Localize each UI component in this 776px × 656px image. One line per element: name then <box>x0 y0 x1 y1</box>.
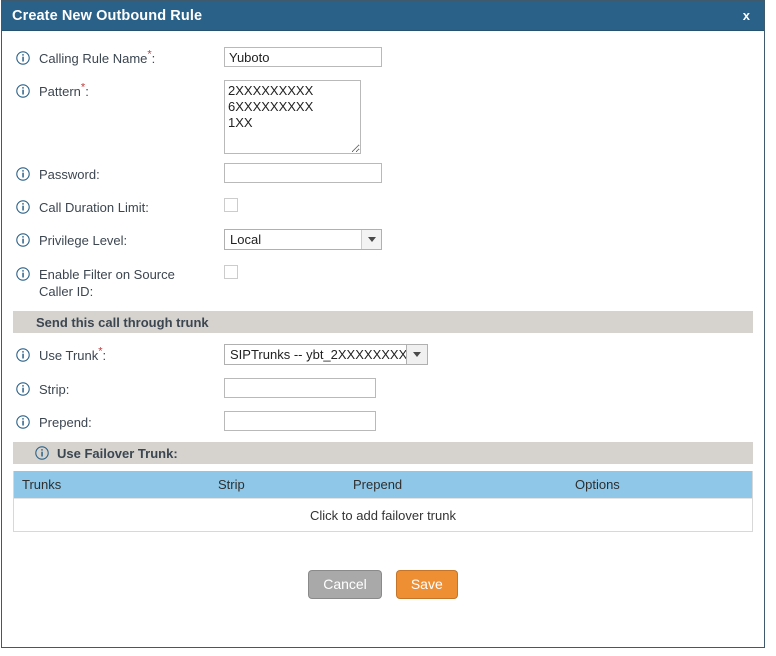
pattern-textarea[interactable] <box>224 80 361 154</box>
info-icon[interactable] <box>16 200 30 214</box>
calling-rule-name-input[interactable] <box>224 47 382 67</box>
info-icon[interactable] <box>16 267 30 281</box>
dialog-titlebar: Create New Outbound Rule x <box>2 1 764 31</box>
label-text: Pattern <box>39 84 81 99</box>
use-trunk-select[interactable]: SIPTrunks -- ybt_2XXXXXXXXX <box>224 344 428 365</box>
label-cell-enable-filter: Enable Filter on Source Caller ID: <box>16 263 224 300</box>
add-failover-trunk-link[interactable]: Click to add failover trunk <box>310 508 456 523</box>
info-icon[interactable] <box>16 51 30 65</box>
info-icon[interactable] <box>16 348 30 362</box>
label-password: Password: <box>39 167 100 182</box>
label-colon: : <box>85 84 89 99</box>
control-cell-privilege-level: Local <box>224 229 750 250</box>
close-icon[interactable]: x <box>741 9 752 22</box>
prepend-input[interactable] <box>224 411 376 431</box>
cancel-button[interactable]: Cancel <box>308 570 382 599</box>
label-pattern: Pattern*: <box>39 82 89 100</box>
dialog-title: Create New Outbound Rule <box>12 7 203 24</box>
label-use-trunk: Use Trunk*: <box>39 346 107 364</box>
label-prepend: Prepend: <box>39 415 92 430</box>
label-colon: : <box>151 51 156 66</box>
label-text: Use Trunk <box>39 348 99 363</box>
section-title-send-through-trunk: Send this call through trunk <box>36 314 209 330</box>
label-cell-pattern: Pattern*: <box>16 80 224 100</box>
section-header-use-failover-trunk: Use Failover Trunk: <box>13 442 753 464</box>
label-cell-call-duration-limit: Call Duration Limit: <box>16 196 224 216</box>
label-cell-prepend: Prepend: <box>16 411 224 431</box>
strip-input[interactable] <box>224 378 376 398</box>
field-row-privilege-level: Privilege Level: Local <box>2 229 764 250</box>
info-icon[interactable] <box>35 446 49 460</box>
field-row-enable-filter-source-caller-id: Enable Filter on Source Caller ID: <box>2 263 764 300</box>
label-strip: Strip: <box>39 382 70 397</box>
label-cell-strip: Strip: <box>16 378 224 398</box>
field-row-use-trunk: Use Trunk*: SIPTrunks -- ybt_2XXXXXXXXX <box>2 344 764 365</box>
label-enable-filter-source-caller-id: Enable Filter on Source Caller ID: <box>39 267 175 299</box>
use-trunk-selected-value: SIPTrunks -- ybt_2XXXXXXXXX <box>230 347 406 362</box>
control-cell-call-duration-limit <box>224 196 750 212</box>
label-call-duration-limit: Call Duration Limit: <box>39 200 149 215</box>
enable-filter-source-caller-id-checkbox[interactable] <box>224 265 238 279</box>
chevron-down-icon[interactable] <box>361 230 381 249</box>
info-icon[interactable] <box>16 84 30 98</box>
field-row-call-duration-limit: Call Duration Limit: <box>2 196 764 216</box>
dialog-footer: Cancel Save <box>2 570 764 599</box>
control-cell-prepend <box>224 411 750 431</box>
info-icon[interactable] <box>16 233 30 247</box>
info-icon[interactable] <box>16 167 30 181</box>
field-row-prepend: Prepend: <box>2 411 764 431</box>
column-header-strip: Strip <box>218 477 245 492</box>
chevron-down-icon[interactable] <box>406 345 427 364</box>
control-cell-enable-filter <box>224 263 750 279</box>
field-row-pattern: Pattern*: <box>2 80 764 154</box>
control-cell-calling-rule-name <box>224 47 750 67</box>
info-icon[interactable] <box>16 415 30 429</box>
column-header-options: Options <box>575 477 620 492</box>
label-cell-calling-rule-name: Calling Rule Name*: <box>16 47 224 67</box>
label-privilege-level: Privilege Level: <box>39 233 128 248</box>
label-cell-password: Password: <box>16 163 224 183</box>
section-title-use-failover-trunk: Use Failover Trunk: <box>57 445 178 461</box>
label-calling-rule-name: Calling Rule Name*: <box>39 49 156 67</box>
control-cell-password <box>224 163 750 183</box>
label-colon: : <box>102 348 107 363</box>
info-icon[interactable] <box>16 382 30 396</box>
control-cell-use-trunk: SIPTrunks -- ybt_2XXXXXXXXX <box>224 344 750 365</box>
password-input[interactable] <box>224 163 382 183</box>
call-duration-limit-checkbox[interactable] <box>224 198 238 212</box>
field-row-calling-rule-name: Calling Rule Name*: <box>2 47 764 67</box>
label-text: Calling Rule Name <box>39 51 148 66</box>
field-row-password: Password: <box>2 163 764 183</box>
control-cell-strip <box>224 378 750 398</box>
create-outbound-rule-dialog: Create New Outbound Rule x Calling Rule … <box>1 0 765 648</box>
label-cell-privilege-level: Privilege Level: <box>16 229 224 249</box>
field-row-strip: Strip: <box>2 378 764 398</box>
section-header-send-through-trunk: Send this call through trunk <box>13 311 753 333</box>
control-cell-pattern <box>224 80 750 154</box>
privilege-level-select[interactable]: Local <box>224 229 382 250</box>
label-cell-use-trunk: Use Trunk*: <box>16 344 224 364</box>
save-button[interactable]: Save <box>395 570 458 599</box>
table-empty-row[interactable]: Click to add failover trunk <box>14 498 752 531</box>
column-header-trunks: Trunks <box>22 477 62 492</box>
privilege-level-selected-value: Local <box>230 232 262 247</box>
column-header-prepend: Prepend <box>353 477 403 492</box>
failover-trunk-table: Trunks Strip Prepend Options Click to ad… <box>13 471 753 532</box>
table-header-row: Trunks Strip Prepend Options <box>14 471 752 498</box>
dialog-body: Calling Rule Name*: Pattern*: <box>2 31 764 647</box>
